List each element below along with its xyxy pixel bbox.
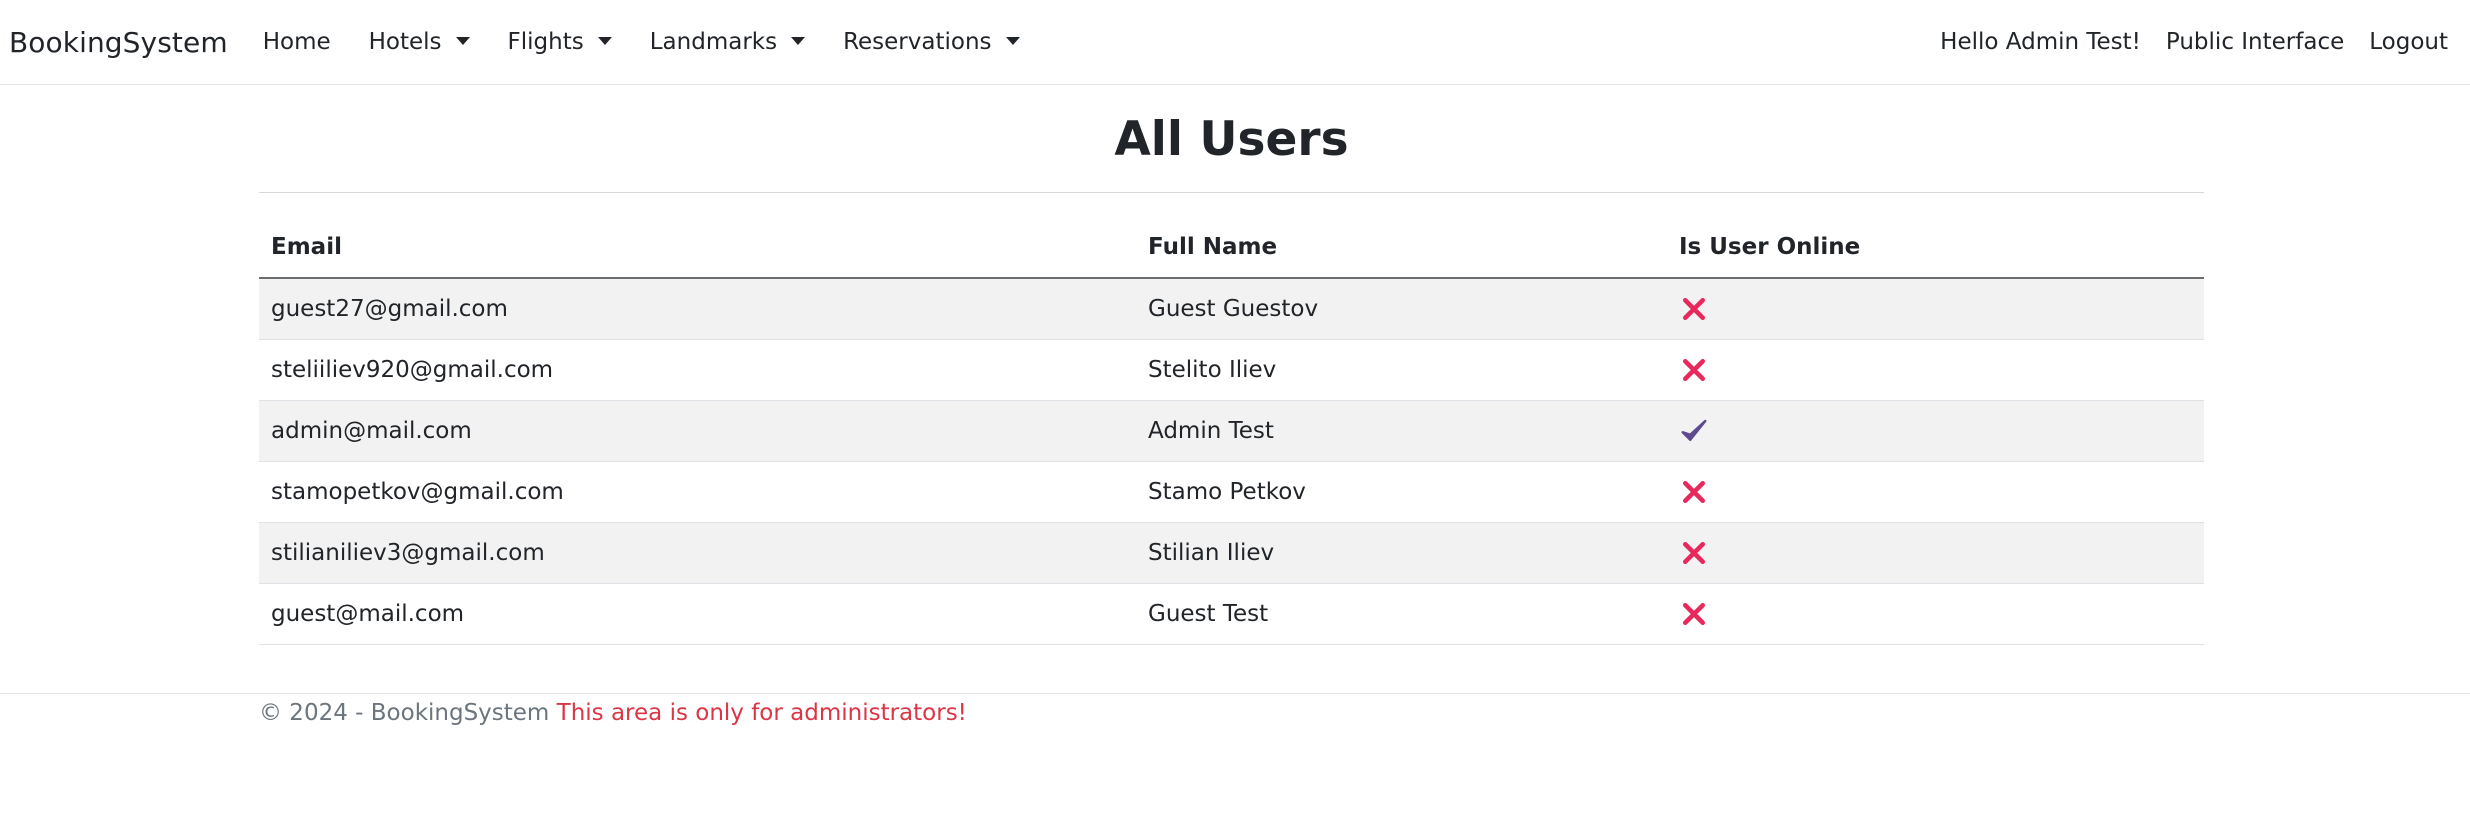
users-table-body: guest27@gmail.com Guest Guestov steliili… <box>259 278 2204 645</box>
cross-icon <box>1683 481 1705 503</box>
table-row: guest27@gmail.com Guest Guestov <box>259 278 2204 340</box>
table-row: steliiliev920@gmail.com Stelito Iliev <box>259 339 2204 401</box>
table-row: stilianiliev3@gmail.com Stilian Iliev <box>259 522 2204 584</box>
cell-full-name: Stelito Iliev <box>1136 339 1667 401</box>
nav-hotels-label: Hotels <box>368 29 442 55</box>
nav-left: BookingSystem Home Hotels Flights Landma… <box>9 26 1058 59</box>
nav-home[interactable]: Home <box>263 29 331 55</box>
cell-online <box>1667 400 2204 462</box>
greeting-link[interactable]: Hello Admin Test! <box>1940 29 2141 55</box>
table-header-row: Email Full Name Is User Online <box>259 217 2204 279</box>
footer: © 2024 - BookingSystem This area is only… <box>259 700 967 726</box>
brand-link[interactable]: BookingSystem <box>9 26 228 59</box>
nav-flights-dropdown[interactable]: Flights <box>508 29 612 55</box>
cell-full-name: Guest Test <box>1136 583 1667 645</box>
caret-down-icon <box>1005 37 1020 45</box>
page-title: All Users <box>1114 112 1349 167</box>
nav-home-label: Home <box>262 29 331 55</box>
nav-reservations-dropdown[interactable]: Reservations <box>843 29 1020 55</box>
table-row: admin@mail.com Admin Test <box>259 400 2204 462</box>
cell-full-name: Admin Test <box>1136 400 1667 462</box>
nav-flights-label: Flights <box>507 29 584 55</box>
header-full-name: Full Name <box>1136 217 1667 279</box>
cell-full-name: Stamo Petkov <box>1136 461 1667 523</box>
caret-down-icon <box>597 37 612 45</box>
cell-email: admin@mail.com <box>259 400 1136 462</box>
table-row: stamopetkov@gmail.com Stamo Petkov <box>259 461 2204 523</box>
nav-landmarks-label: Landmarks <box>649 29 778 55</box>
logout-link[interactable]: Logout <box>2369 29 2448 55</box>
header-email: Email <box>259 217 1136 279</box>
caret-down-icon <box>791 37 806 45</box>
cell-email: guest27@gmail.com <box>259 278 1136 340</box>
cell-online <box>1667 522 2204 584</box>
public-interface-link[interactable]: Public Interface <box>2166 29 2344 55</box>
cell-full-name: Stilian Iliev <box>1136 522 1667 584</box>
cell-email: stamopetkov@gmail.com <box>259 461 1136 523</box>
cell-email: stilianiliev3@gmail.com <box>259 522 1136 584</box>
nav-landmarks-dropdown[interactable]: Landmarks <box>649 29 806 55</box>
caret-down-icon <box>455 37 470 45</box>
cross-icon <box>1683 603 1705 625</box>
cross-icon <box>1683 359 1705 381</box>
nav-hotels-dropdown[interactable]: Hotels <box>369 29 470 55</box>
cell-email: guest@mail.com <box>259 583 1136 645</box>
users-table: Email Full Name Is User Online guest27@g… <box>259 217 2204 645</box>
cell-online <box>1667 278 2204 340</box>
title-divider <box>259 192 2204 193</box>
footer-divider <box>0 693 2470 694</box>
cell-full-name: Guest Guestov <box>1136 278 1667 340</box>
footer-copyright: © 2024 - BookingSystem <box>259 700 550 726</box>
cell-online <box>1667 339 2204 401</box>
nav-reservations-label: Reservations <box>843 29 992 55</box>
cell-online <box>1667 461 2204 523</box>
check-icon <box>1681 419 1707 441</box>
cross-icon <box>1683 298 1705 320</box>
table-row: guest@mail.com Guest Test <box>259 583 2204 645</box>
header-is-user-online: Is User Online <box>1667 217 2204 279</box>
top-navbar: BookingSystem Home Hotels Flights Landma… <box>0 0 2470 85</box>
cell-online <box>1667 583 2204 645</box>
footer-admin-note: This area is only for administrators! <box>556 700 967 726</box>
cell-email: steliiliev920@gmail.com <box>259 339 1136 401</box>
nav-right: Hello Admin Test! Public Interface Logou… <box>1915 29 2448 55</box>
cross-icon <box>1683 542 1705 564</box>
